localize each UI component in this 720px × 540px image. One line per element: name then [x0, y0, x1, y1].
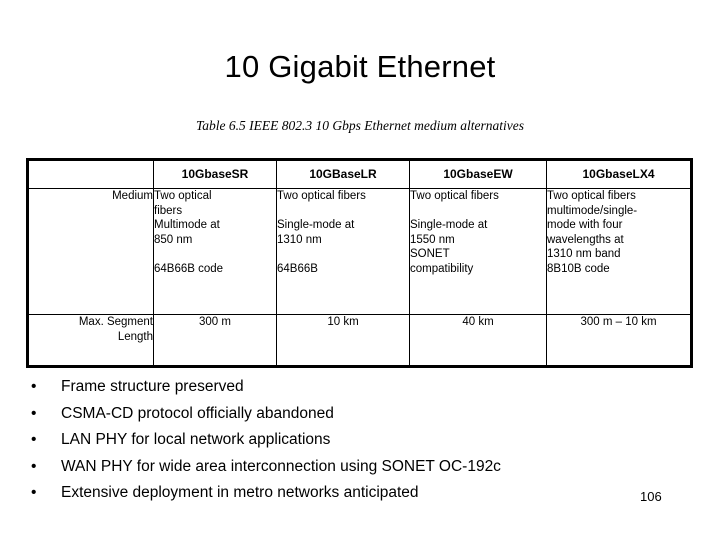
page-number: 106: [640, 489, 662, 504]
bullet-icon: •: [31, 431, 37, 448]
list-item: • LAN PHY for local network applications: [26, 427, 686, 454]
cell-line: mode with four: [547, 219, 623, 232]
row-label-medium: Medium: [27, 188, 154, 315]
cell-line: 8B10B code: [547, 262, 610, 275]
cell-line: Two optical fibers: [547, 190, 636, 202]
table-header-10gbaselr: 10GBaseLR: [276, 159, 410, 189]
cell-segment-sr: 300 m: [153, 314, 277, 367]
table-header-10gbaseew: 10GbaseEW: [409, 159, 547, 189]
table-header-10gbasesr: 10GbaseSR: [153, 159, 277, 189]
list-item-label: WAN PHY for wide area interconnection us…: [61, 457, 501, 475]
table-row: Max. Segment Length 300 m 10 km 40 km 30…: [27, 314, 692, 367]
bullet-icon: •: [31, 484, 37, 501]
cell-line: Multimode at: [154, 219, 220, 232]
cell-medium-lx4: Two optical fibers multimode/single- mod…: [546, 188, 692, 315]
list-item: • Frame structure preserved: [26, 374, 686, 401]
cell-line: compatibility: [410, 262, 474, 275]
cell-line: SONET: [410, 248, 450, 261]
cell-line: Two optical fibers: [410, 190, 499, 202]
table-row: Medium Two optical fibers Multimode at 8…: [27, 188, 692, 315]
table-header-row: 10GbaseSR 10GBaseLR 10GbaseEW 10GbaseLX4: [27, 159, 692, 189]
cell-line: 64B66B: [277, 262, 318, 275]
cell-segment-ew: 40 km: [409, 314, 547, 367]
cell-line: Single-mode at: [277, 219, 355, 232]
list-item-label: LAN PHY for local network applications: [61, 431, 331, 448]
cell-segment-lx4: 300 m – 10 km: [546, 314, 692, 367]
table-header-corner: [27, 159, 154, 189]
ethernet-medium-table: 10GbaseSR 10GBaseLR 10GbaseEW 10GbaseLX4…: [26, 158, 693, 368]
bullet-icon: •: [31, 378, 37, 395]
list-item-label: CSMA-CD protocol officially abandoned: [61, 404, 334, 422]
table-caption: Table 6.5 IEEE 802.3 10 Gbps Ethernet me…: [196, 118, 524, 133]
cell-line-gap: [277, 247, 409, 262]
bullet-icon: •: [31, 457, 37, 475]
cell-line-gap: [410, 204, 546, 219]
cell-line: Single-mode at: [410, 219, 488, 232]
list-item: • Extensive deployment in metro networks…: [26, 480, 686, 507]
cell-medium-lr: Two optical fibers Single-mode at 1310 n…: [276, 188, 410, 315]
table-header-10gbaselx4: 10GbaseLX4: [546, 159, 692, 189]
bullet-list: • Frame structure preserved • CSMA-CD pr…: [26, 374, 686, 507]
list-item: • CSMA-CD protocol officially abandoned: [26, 401, 686, 428]
cell-line: Two optical fibers: [277, 190, 366, 202]
cell-line: 1310 nm: [277, 233, 322, 246]
cell-line: 1550 nm: [410, 233, 455, 246]
page-title: 10 Gigabit Ethernet: [224, 49, 496, 84]
cell-medium-ew: Two optical fibers Single-mode at 1550 n…: [409, 188, 547, 315]
bullet-icon: •: [31, 404, 37, 422]
cell-line: Max. Segment: [78, 316, 153, 328]
cell-medium-sr: Two optical fibers Multimode at 850 nm 6…: [153, 188, 277, 315]
cell-line-gap: [154, 247, 276, 262]
row-label-max-segment-length: Max. Segment Length: [27, 314, 154, 367]
cell-line: multimode/single-: [547, 204, 638, 217]
cell-line: 1310 nm band: [547, 248, 621, 261]
list-item: • WAN PHY for wide area interconnection …: [26, 454, 686, 481]
cell-line: 64B66B code: [154, 262, 224, 275]
cell-segment-lr: 10 km: [276, 314, 410, 367]
cell-line: wavelengths at: [547, 233, 624, 246]
cell-line-gap: [277, 204, 409, 219]
list-item-label: Extensive deployment in metro networks a…: [61, 484, 419, 501]
cell-line: Length: [117, 330, 153, 343]
cell-line: fibers: [154, 204, 183, 217]
cell-line: 850 nm: [154, 233, 193, 246]
cell-line: Two optical: [154, 190, 212, 202]
list-item-label: Frame structure preserved: [61, 378, 244, 395]
